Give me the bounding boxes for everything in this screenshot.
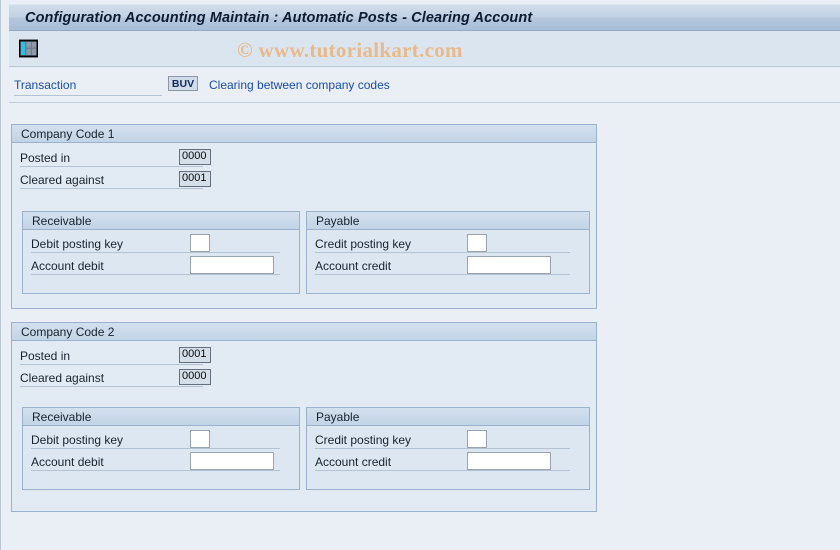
cc1-receivable-title: Receivable (32, 214, 92, 228)
cc1-credit-posting-key-label: Credit posting key (315, 235, 570, 253)
cc2-payable-header: Payable (307, 408, 589, 426)
cc2-cleared-against-row: Cleared against 0000 (20, 369, 220, 388)
cc1-posted-in-row: Posted in 0000 (20, 149, 220, 168)
cc2-receivable-panel: Receivable Debit posting key Account deb… (22, 407, 300, 490)
cc1-cleared-against-field[interactable]: 0001 (179, 171, 211, 187)
cc1-account-debit-row: Account debit (31, 256, 281, 276)
page-title: Configuration Accounting Maintain : Auto… (25, 10, 533, 26)
cc1-debit-posting-key-label: Debit posting key (31, 235, 280, 253)
cc2-debit-posting-key-label: Debit posting key (31, 431, 280, 449)
cc2-cleared-against-label: Cleared against (20, 369, 203, 387)
transaction-description: Clearing between company codes (209, 78, 390, 92)
cc1-posted-in-label: Posted in (20, 149, 203, 167)
cc1-payable-title: Payable (316, 214, 360, 228)
cc2-posted-in-row: Posted in 0001 (20, 347, 220, 366)
cc2-account-debit-field[interactable] (190, 452, 274, 470)
transaction-label: Transaction (14, 78, 162, 96)
cc1-receivable-header: Receivable (23, 212, 299, 230)
table-grid-icon[interactable] (18, 39, 39, 58)
cc1-debit-posting-key-row: Debit posting key (31, 234, 281, 254)
cc1-receivable-panel: Receivable Debit posting key Account deb… (22, 211, 300, 294)
cc2-credit-posting-key-field[interactable] (467, 430, 487, 448)
sap-screen: Configuration Accounting Maintain : Auto… (0, 0, 840, 550)
transaction-row: Transaction BUV Clearing between company… (9, 67, 840, 103)
cc1-payable-header: Payable (307, 212, 589, 230)
site-watermark: © www.tutorialkart.com (237, 38, 463, 62)
cc1-account-credit-row: Account credit (315, 256, 571, 276)
cc2-payable-title: Payable (316, 410, 360, 424)
cc2-credit-posting-key-label: Credit posting key (315, 431, 570, 449)
cc2-debit-posting-key-row: Debit posting key (31, 430, 281, 450)
cc1-credit-posting-key-field[interactable] (467, 234, 487, 252)
company-code-1-title: Company Code 1 (21, 127, 115, 141)
company-code-1-header: Company Code 1 (12, 125, 596, 143)
cc2-payable-panel: Payable Credit posting key Account credi… (306, 407, 590, 490)
cc2-account-credit-row: Account credit (315, 452, 571, 472)
cc2-receivable-title: Receivable (32, 410, 92, 424)
cc2-posted-in-field[interactable]: 0001 (179, 347, 211, 363)
cc1-debit-posting-key-field[interactable] (190, 234, 210, 252)
cc2-account-debit-row: Account debit (31, 452, 281, 472)
company-code-2-title: Company Code 2 (21, 325, 115, 339)
cc2-receivable-header: Receivable (23, 408, 299, 426)
cc2-account-credit-field[interactable] (467, 452, 551, 470)
company-code-1-panel: Company Code 1 Posted in 0000 Cleared ag… (11, 124, 597, 309)
cc2-debit-posting-key-field[interactable] (190, 430, 210, 448)
cc2-credit-posting-key-row: Credit posting key (315, 430, 571, 450)
cc1-cleared-against-label: Cleared against (20, 171, 203, 189)
company-code-2-header: Company Code 2 (12, 323, 596, 341)
cc2-posted-in-label: Posted in (20, 347, 203, 365)
cc1-posted-in-field[interactable]: 0000 (179, 149, 211, 165)
cc1-cleared-against-row: Cleared against 0001 (20, 171, 220, 190)
cc1-payable-panel: Payable Credit posting key Account credi… (306, 211, 590, 294)
cc1-credit-posting-key-row: Credit posting key (315, 234, 571, 254)
transaction-code-field[interactable]: BUV (168, 76, 198, 91)
cc1-account-credit-field[interactable] (467, 256, 551, 274)
company-code-2-panel: Company Code 2 Posted in 0001 Cleared ag… (11, 322, 597, 512)
window-title-bar: Configuration Accounting Maintain : Auto… (9, 4, 840, 31)
cc2-cleared-against-field[interactable]: 0000 (179, 369, 211, 385)
cc1-account-debit-field[interactable] (190, 256, 274, 274)
